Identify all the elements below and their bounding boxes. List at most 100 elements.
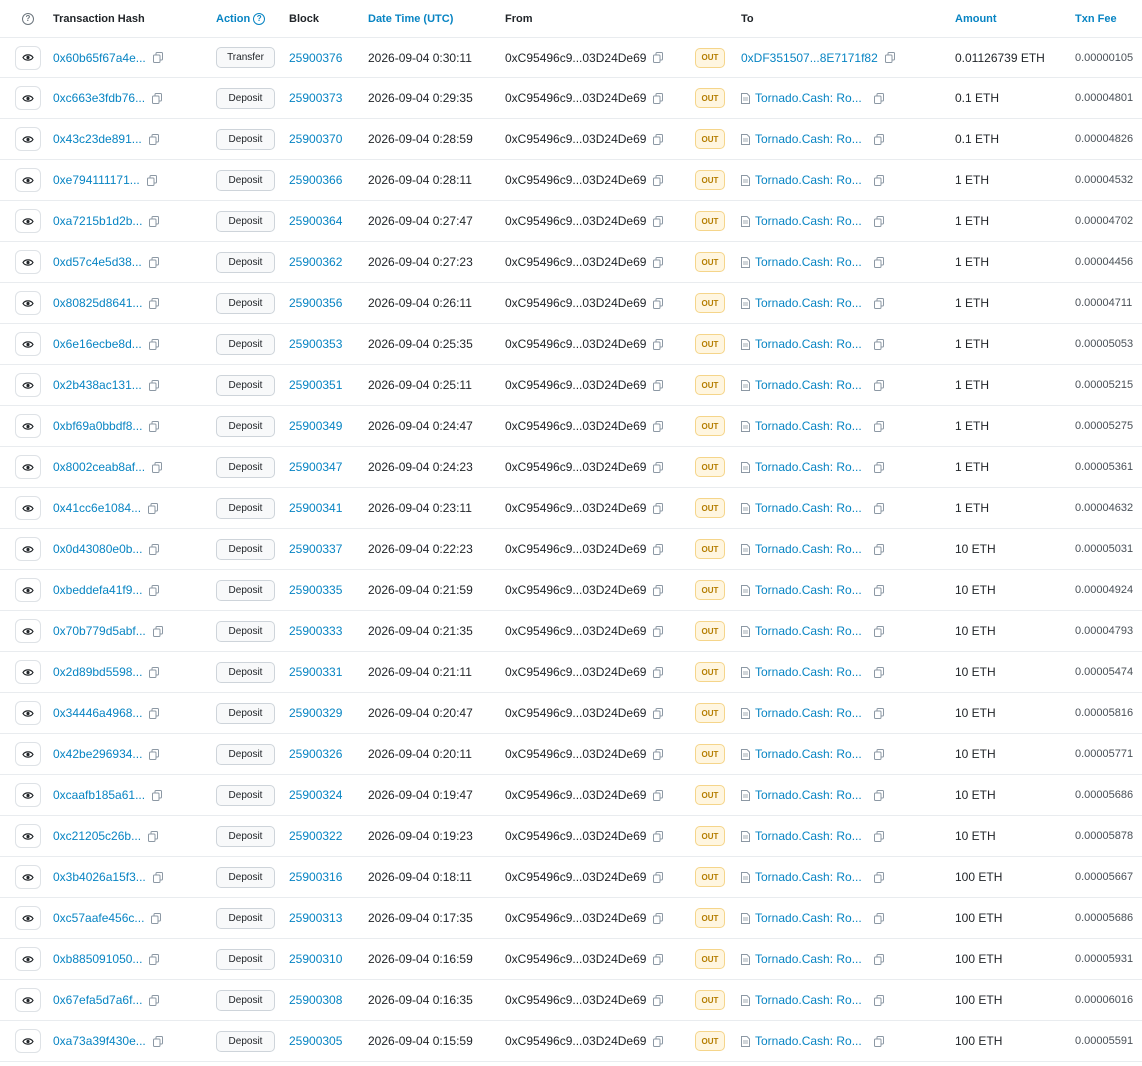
method-badge[interactable]: Deposit (216, 292, 275, 314)
copy-icon[interactable] (149, 707, 160, 719)
copy-icon[interactable] (873, 789, 884, 801)
preview-eye-button[interactable] (15, 127, 41, 151)
to-address-link[interactable]: Tornado.Cash: Ro... (755, 296, 862, 310)
preview-eye-button[interactable] (15, 250, 41, 274)
preview-eye-button[interactable] (15, 578, 41, 602)
method-badge[interactable]: Deposit (216, 1030, 275, 1052)
header-action[interactable]: Action ? (216, 0, 266, 37)
copy-icon[interactable] (653, 830, 664, 842)
method-badge[interactable]: Deposit (216, 866, 275, 888)
copy-icon[interactable] (873, 953, 884, 965)
copy-icon[interactable] (152, 871, 163, 883)
txn-hash-link[interactable]: 0xa7215b1d2b... (53, 214, 142, 228)
copy-icon[interactable] (653, 994, 664, 1006)
copy-icon[interactable] (873, 215, 884, 227)
block-link[interactable]: 25900305 (289, 1034, 342, 1048)
txn-hash-link[interactable]: 0x67efa5d7a6f... (53, 993, 142, 1007)
from-address[interactable]: 0xC95496c9...03D24De69 (505, 460, 646, 474)
block-link[interactable]: 25900324 (289, 788, 342, 802)
copy-icon[interactable] (653, 748, 664, 760)
block-link[interactable]: 25900329 (289, 706, 342, 720)
copy-icon[interactable] (873, 748, 884, 760)
copy-icon[interactable] (653, 338, 664, 350)
txn-hash-link[interactable]: 0x8002ceab8af... (53, 460, 145, 474)
copy-icon[interactable] (873, 502, 884, 514)
method-badge[interactable]: Deposit (216, 948, 275, 970)
copy-icon[interactable] (873, 92, 884, 104)
copy-icon[interactable] (653, 707, 664, 719)
block-link[interactable]: 25900373 (289, 91, 342, 105)
preview-eye-button[interactable] (15, 291, 41, 315)
copy-icon[interactable] (653, 52, 664, 63)
action-help-icon[interactable]: ? (253, 12, 266, 25)
copy-icon[interactable] (653, 256, 664, 268)
preview-eye-button[interactable] (15, 455, 41, 479)
copy-icon[interactable] (653, 625, 664, 637)
to-address-link[interactable]: Tornado.Cash: Ro... (755, 952, 862, 966)
to-address-link[interactable]: Tornado.Cash: Ro... (755, 419, 862, 433)
preview-eye-button[interactable] (15, 45, 41, 70)
txn-hash-link[interactable]: 0x2d89bd5598... (53, 665, 142, 679)
preview-eye-button[interactable] (15, 414, 41, 438)
txn-hash-link[interactable]: 0xcaafb185a61... (53, 788, 145, 802)
txn-hash-link[interactable]: 0x2b438ac131... (53, 378, 142, 392)
txn-hash-link[interactable]: 0xa73a39f430e... (53, 1034, 146, 1048)
method-badge[interactable]: Deposit (216, 333, 275, 355)
preview-eye-button[interactable] (15, 906, 41, 930)
method-badge[interactable]: Deposit (216, 251, 275, 273)
preview-eye-button[interactable] (15, 865, 41, 889)
txn-hash-link[interactable]: 0xe794111171... (53, 173, 140, 187)
preview-eye-button[interactable] (15, 1029, 41, 1053)
txn-hash-link[interactable]: 0x0d43080e0b... (53, 542, 142, 556)
preview-eye-button[interactable] (15, 168, 41, 192)
copy-icon[interactable] (148, 256, 159, 268)
copy-icon[interactable] (653, 871, 664, 883)
from-address[interactable]: 0xC95496c9...03D24De69 (505, 1034, 646, 1048)
copy-icon[interactable] (873, 420, 884, 432)
block-link[interactable]: 25900310 (289, 952, 342, 966)
preview-eye-button[interactable] (15, 660, 41, 684)
block-link[interactable]: 25900333 (289, 624, 342, 638)
block-link[interactable]: 25900347 (289, 460, 342, 474)
copy-icon[interactable] (873, 912, 884, 924)
to-address-link[interactable]: Tornado.Cash: Ro... (755, 337, 862, 351)
copy-icon[interactable] (653, 543, 664, 555)
from-address[interactable]: 0xC95496c9...03D24De69 (505, 214, 646, 228)
copy-icon[interactable] (873, 830, 884, 842)
txn-hash-link[interactable]: 0xc57aafe456c... (53, 911, 144, 925)
to-address-link[interactable]: Tornado.Cash: Ro... (755, 542, 862, 556)
copy-icon[interactable] (653, 297, 664, 309)
from-address[interactable]: 0xC95496c9...03D24De69 (505, 419, 646, 433)
to-address-link[interactable]: Tornado.Cash: Ro... (755, 501, 862, 515)
from-address[interactable]: 0xC95496c9...03D24De69 (505, 132, 646, 146)
txn-hash-link[interactable]: 0x42be296934... (53, 747, 142, 761)
copy-icon[interactable] (873, 256, 884, 268)
from-address[interactable]: 0xC95496c9...03D24De69 (505, 173, 646, 187)
copy-icon[interactable] (873, 1035, 884, 1047)
copy-icon[interactable] (152, 52, 163, 63)
to-address-link[interactable]: Tornado.Cash: Ro... (755, 829, 862, 843)
copy-icon[interactable] (149, 666, 160, 678)
copy-icon[interactable] (148, 830, 159, 842)
to-address-link[interactable]: Tornado.Cash: Ro... (755, 747, 862, 761)
from-address[interactable]: 0xC95496c9...03D24De69 (505, 829, 646, 843)
copy-icon[interactable] (149, 584, 160, 596)
copy-icon[interactable] (152, 625, 163, 637)
method-badge[interactable]: Deposit (216, 497, 275, 519)
copy-icon[interactable] (873, 625, 884, 637)
preview-eye-button[interactable] (15, 86, 41, 110)
txn-hash-link[interactable]: 0x34446a4968... (53, 706, 142, 720)
method-badge[interactable]: Deposit (216, 456, 275, 478)
copy-icon[interactable] (653, 174, 664, 186)
to-address-link[interactable]: Tornado.Cash: Ro... (755, 665, 862, 679)
method-badge[interactable]: Transfer (216, 47, 275, 68)
copy-icon[interactable] (149, 748, 160, 760)
copy-icon[interactable] (151, 912, 162, 924)
to-address-link[interactable]: Tornado.Cash: Ro... (755, 378, 862, 392)
block-link[interactable]: 25900370 (289, 132, 342, 146)
method-badge[interactable]: Deposit (216, 620, 275, 642)
block-link[interactable]: 25900322 (289, 829, 342, 843)
preview-eye-button[interactable] (15, 783, 41, 807)
preview-eye-button[interactable] (15, 824, 41, 848)
block-link[interactable]: 25900308 (289, 993, 342, 1007)
